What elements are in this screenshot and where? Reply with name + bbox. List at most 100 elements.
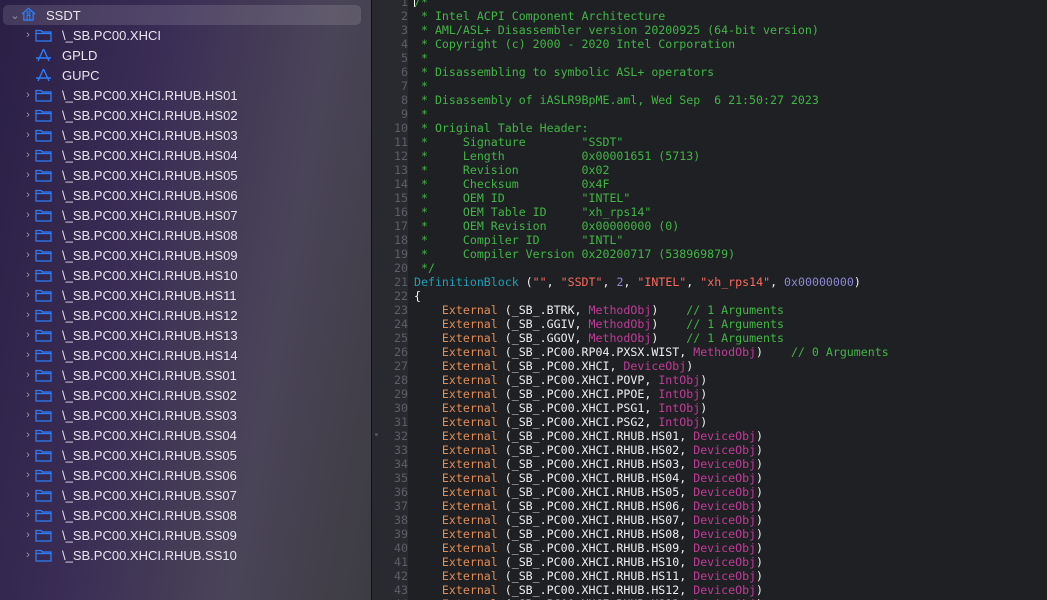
code-line: * Signature "SSDT": [414, 135, 623, 149]
code-line: * Compiler Version 0x20200717 (538969879…: [414, 247, 735, 261]
tree-item[interactable]: › \_SB.PC00.XHCI.RHUB.HS02: [0, 105, 371, 125]
tree-item[interactable]: › \_SB.PC00.XHCI.RHUB.HS09: [0, 245, 371, 265]
token-plain: (_SB_.GGOV,: [497, 331, 589, 345]
tree-root-ssdt[interactable]: ⌄ SSDT: [3, 5, 361, 25]
token-comment: * Disassembling to symbolic ASL+ operato…: [414, 65, 715, 79]
code-line: * Copyright (c) 2000 - 2020 Intel Corpor…: [414, 37, 735, 51]
chevron-right-icon[interactable]: ›: [23, 509, 33, 521]
line-number: 13: [394, 163, 408, 177]
chevron-right-icon[interactable]: ›: [23, 269, 33, 281]
tree-item[interactable]: › \_SB.PC00.XHCI.RHUB.SS04: [0, 425, 371, 445]
tree-item[interactable]: › \_SB.PC00.XHCI.RHUB.HS10: [0, 265, 371, 285]
chevron-right-icon[interactable]: ›: [23, 289, 33, 301]
tree-item[interactable]: › \_SB.PC00.XHCI.RHUB.SS02: [0, 385, 371, 405]
tree-item[interactable]: › \_SB.PC00.XHCI.RHUB.HS01: [0, 85, 371, 105]
tree-item[interactable]: › \_SB.PC00.XHCI.RHUB.SS01: [0, 365, 371, 385]
chevron-down-icon[interactable]: ⌄: [10, 9, 20, 22]
code-line: External (_SB_.PC00.XHCI.RHUB.HS10, Devi…: [414, 555, 763, 569]
line-number: 28: [394, 373, 408, 387]
chevron-right-icon[interactable]: ›: [23, 89, 33, 101]
chevron-right-icon[interactable]: ›: [23, 309, 33, 321]
token-plain: ): [651, 331, 687, 345]
tree-item[interactable]: › \_SB.PC00.XHCI.RHUB.HS07: [0, 205, 371, 225]
chevron-right-icon[interactable]: ›: [23, 489, 33, 501]
line-number: 25: [394, 331, 408, 345]
line-number: 4: [401, 37, 408, 51]
token-plain: ): [686, 359, 694, 373]
code-line: * Revision 0x02: [414, 163, 609, 177]
tree-item[interactable]: › \_SB.PC00.XHCI.RHUB.HS03: [0, 125, 371, 145]
code-line: * OEM Revision 0x00000000 (0): [414, 219, 679, 233]
folder-icon: [35, 248, 52, 262]
chevron-right-icon[interactable]: ›: [23, 329, 33, 341]
code-editor[interactable]: 1 2 3 4 5 6 7 8 9 10 11 12 13 14 15 16 17 18 19 20 21 22 23 24 2…: [380, 0, 1047, 600]
chevron-right-icon[interactable]: ›: [23, 249, 33, 261]
chevron-right-icon[interactable]: ›: [23, 229, 33, 241]
chevron-right-icon[interactable]: ›: [23, 409, 33, 421]
line-number: 21: [394, 275, 408, 289]
folder-icon: [35, 308, 52, 322]
split-view-divider[interactable]: [371, 0, 380, 600]
tree-item[interactable]: › \_SB.PC00.XHCI.RHUB.SS08: [0, 505, 371, 525]
line-number: 35: [394, 471, 408, 485]
tree-item[interactable]: › \_SB.PC00.XHCI.RHUB.HS05: [0, 165, 371, 185]
token-comment: * OEM Revision 0x00000000 (0): [414, 219, 680, 233]
tree-item[interactable]: › \_SB.PC00.XHCI.RHUB.SS05: [0, 445, 371, 465]
tree-item-label: \_SB.PC00.XHCI.RHUB.SS05: [62, 447, 237, 463]
token-number: 0x00000000: [784, 275, 854, 289]
token-ext: External: [441, 541, 498, 555]
line-number: 16: [394, 205, 408, 219]
chevron-right-icon[interactable]: ›: [23, 149, 33, 161]
tree-item[interactable]: › \_SB.PC00.XHCI.RHUB.HS06: [0, 185, 371, 205]
code-line: External (_SB_.PC00.XHCI.PSG1, IntObj): [414, 401, 707, 415]
tree-item[interactable]: GUPC: [0, 65, 371, 85]
code-line: External (_SB_.PC00.XHCI.RHUB.HS05, Devi…: [414, 485, 763, 499]
token-ext: External: [441, 317, 498, 331]
folder-icon: [35, 468, 52, 482]
tree-item[interactable]: › \_SB.PC00.XHCI.RHUB.SS10: [0, 545, 371, 565]
tree-item[interactable]: › \_SB.PC00.XHCI.RHUB.SS06: [0, 465, 371, 485]
line-number: 43: [394, 583, 408, 597]
chevron-right-icon[interactable]: ›: [23, 349, 33, 361]
chevron-right-icon[interactable]: ›: [23, 469, 33, 481]
chevron-right-icon[interactable]: ›: [23, 189, 33, 201]
chevron-right-icon[interactable]: ›: [23, 449, 33, 461]
chevron-right-icon[interactable]: ›: [23, 369, 33, 381]
tree-item[interactable]: › \_SB.PC00.XHCI.RHUB.HS08: [0, 225, 371, 245]
token-ext: External: [441, 513, 498, 527]
code-line: *: [414, 51, 428, 65]
tree-item[interactable]: › \_SB.PC00.XHCI.RHUB.HS04: [0, 145, 371, 165]
tree-item-label: \_SB.PC00.XHCI.RHUB.SS04: [62, 427, 237, 443]
tree-item[interactable]: GPLD: [0, 45, 371, 65]
chevron-right-icon[interactable]: ›: [23, 169, 33, 181]
code-line: *: [414, 79, 428, 93]
token-type: DeviceObj: [693, 527, 757, 541]
tree-item[interactable]: › \_SB.PC00.XHCI.RHUB.HS11: [0, 285, 371, 305]
tree-item-label: \_SB.PC00.XHCI.RHUB.SS06: [62, 467, 237, 483]
token-string: "SSDT": [560, 275, 603, 289]
chevron-right-icon[interactable]: ›: [23, 389, 33, 401]
chevron-right-icon[interactable]: ›: [23, 529, 33, 541]
tree-item[interactable]: › \_SB.PC00.XHCI: [0, 25, 371, 45]
token-comment: * Compiler Version 0x20200717 (538969879…: [414, 247, 736, 261]
tree-item[interactable]: › \_SB.PC00.XHCI.RHUB.HS12: [0, 305, 371, 325]
tree-item[interactable]: › \_SB.PC00.XHCI.RHUB.SS03: [0, 405, 371, 425]
chevron-right-icon[interactable]: ›: [23, 549, 33, 561]
token-plain: (_SB_.PC00.XHCI.RHUB.HS03,: [497, 457, 694, 471]
divider-handle[interactable]: [375, 433, 378, 436]
tree-item[interactable]: › \_SB.PC00.XHCI.RHUB.SS09: [0, 525, 371, 545]
tree-item[interactable]: › \_SB.PC00.XHCI.RHUB.SS07: [0, 485, 371, 505]
chevron-right-icon[interactable]: ›: [23, 209, 33, 221]
chevron-right-icon[interactable]: ›: [23, 429, 33, 441]
chevron-right-icon[interactable]: ›: [23, 29, 33, 41]
line-number: 23: [394, 303, 408, 317]
folder-icon: [35, 528, 52, 542]
line-number: 1: [401, 0, 408, 9]
chevron-right-icon[interactable]: ›: [23, 129, 33, 141]
token-plain: (_SB_.PC00.XHCI.RHUB.HS02,: [497, 443, 694, 457]
tree-item[interactable]: › \_SB.PC00.XHCI.RHUB.HS14: [0, 345, 371, 365]
chevron-right-icon[interactable]: ›: [23, 109, 33, 121]
tree-item[interactable]: › \_SB.PC00.XHCI.RHUB.HS13: [0, 325, 371, 345]
